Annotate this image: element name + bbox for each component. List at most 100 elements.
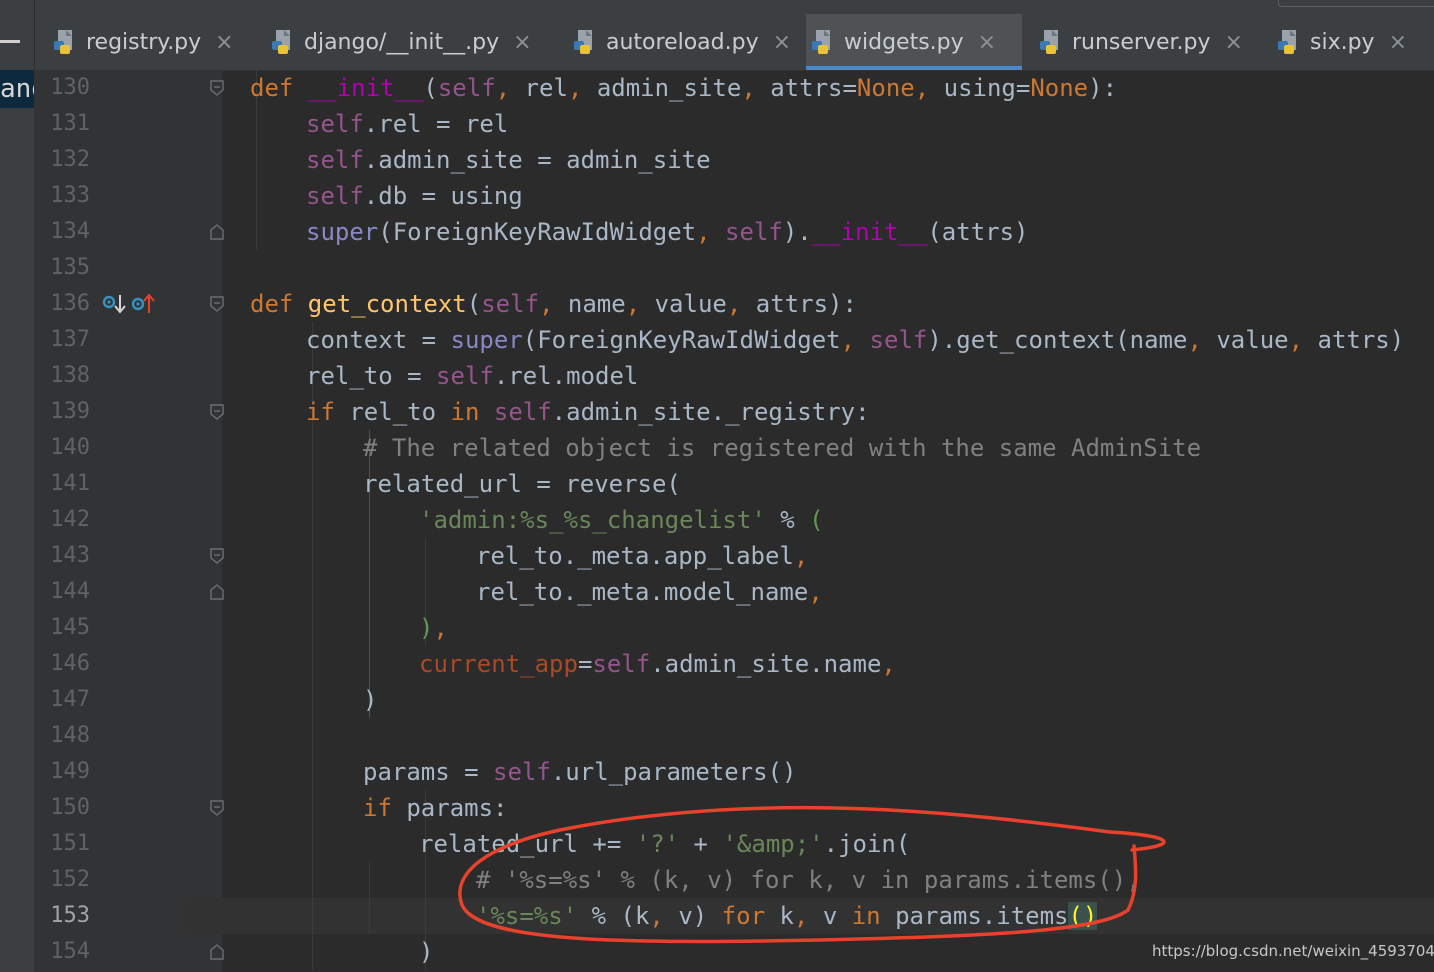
code-token: self — [306, 110, 364, 138]
code-token: admin_site — [596, 74, 742, 102]
code-token: , — [625, 290, 655, 318]
project-panel-label[interactable]: ang — [0, 70, 34, 108]
code-token: self — [436, 362, 494, 390]
python-file-icon — [52, 29, 78, 55]
code-token: def — [250, 74, 308, 102]
tab-widgets-py[interactable]: widgets.py × — [806, 14, 1022, 70]
line-number: 145 — [50, 615, 90, 640]
line-number: 133 — [50, 183, 90, 208]
code-token: .admin_site = admin_site — [363, 146, 711, 174]
close-icon[interactable]: × — [513, 30, 531, 55]
tab-six-py[interactable]: six.py × — [1272, 14, 1434, 70]
code-token: super — [450, 326, 523, 354]
code-token: , — [696, 218, 726, 246]
minimize-icon[interactable] — [0, 40, 20, 43]
code-token: ) — [363, 686, 378, 714]
code-line[interactable]: ), — [419, 610, 448, 646]
line-number: 130 — [50, 75, 90, 100]
code-token: ( — [423, 74, 438, 102]
close-icon[interactable]: × — [978, 30, 996, 55]
close-icon[interactable]: × — [1225, 30, 1243, 55]
code-line[interactable]: def __init__(self, rel, admin_site, attr… — [250, 70, 1117, 106]
tab-registry-py[interactable]: registry.py × — [48, 14, 248, 70]
tab-runserver-py[interactable]: runserver.py × — [1034, 14, 1262, 70]
tab-autoreload-py[interactable]: autoreload.py × — [568, 14, 791, 70]
code-token: , — [793, 902, 823, 930]
code-editor[interactable]: def __init__(self, rel, admin_site, attr… — [185, 70, 1434, 972]
editor-gutter: 130 131 132 133 134 135 136 137 138 139 140 141 142 1… — [34, 70, 224, 972]
code-token: ( — [809, 506, 824, 534]
code-token: '&amp;' — [722, 830, 824, 858]
code-line[interactable]: if rel_to in self.admin_site._registry: — [306, 394, 870, 430]
code-token: if — [363, 794, 407, 822]
tab-django-init-py[interactable]: django/__init__.py × — [266, 14, 556, 70]
code-token: , — [726, 290, 756, 318]
code-token: , — [881, 650, 896, 678]
tool-window-strip — [0, 0, 35, 70]
code-line[interactable]: ) — [419, 934, 433, 970]
code-token: context = — [306, 326, 451, 354]
line-number: 148 — [50, 723, 90, 748]
code-token: params = — [363, 758, 494, 786]
code-token: in — [450, 398, 494, 426]
line-number: 144 — [50, 579, 90, 604]
tab-label: django/__init__.py — [304, 29, 500, 55]
code-token: , — [495, 74, 525, 102]
code-line[interactable]: 'admin:%s_%s_changelist' % ( — [419, 502, 824, 538]
line-number: 131 — [50, 111, 90, 136]
code-token: __init__ — [307, 74, 424, 102]
code-line[interactable]: related_url = reverse( — [363, 466, 681, 502]
code-token: for — [721, 902, 780, 930]
code-token: # The related object is registered with … — [363, 434, 1202, 462]
code-token: self — [592, 650, 651, 678]
code-token: params.items — [895, 902, 1069, 930]
code-line[interactable]: context = super(ForeignKeyRawIdWidget, s… — [306, 322, 1404, 358]
close-icon[interactable]: × — [215, 30, 233, 55]
code-token: rel_to._meta.app_label — [476, 542, 794, 570]
code-token: in — [851, 902, 896, 930]
code-token: ) — [419, 938, 434, 966]
code-token: using= — [943, 74, 1031, 102]
editor-tab-bar: registry.py × django/__init__.py × autoreloa… — [0, 0, 1434, 71]
code-token: (attrs) — [927, 218, 1029, 246]
code-token: (ForeignKeyRawIdWidget — [378, 218, 697, 246]
code-token: # '%s=%s' % (k, v) for k, v in params.it… — [476, 866, 1141, 894]
code-line[interactable]: self.admin_site = admin_site — [306, 142, 711, 178]
code-token: .db = using — [363, 182, 523, 210]
code-token: ) — [419, 614, 434, 642]
close-icon[interactable]: × — [1389, 30, 1407, 55]
code-line[interactable]: def get_context(self, name, value, attrs… — [250, 286, 857, 322]
code-line[interactable]: super(ForeignKeyRawIdWidget, self).__ini… — [306, 214, 1029, 250]
code-token: + — [679, 830, 723, 858]
code-line[interactable]: current_app=self.admin_site.name, — [419, 646, 896, 682]
code-token: , — [1187, 326, 1217, 354]
code-line[interactable]: rel_to._meta.model_name, — [476, 574, 823, 610]
code-line[interactable]: self.db = using — [306, 178, 523, 214]
code-token: self — [869, 326, 928, 354]
python-file-icon — [1038, 29, 1064, 55]
line-number: 152 — [50, 867, 90, 892]
override-up-icon[interactable] — [131, 292, 155, 321]
code-line[interactable]: self.rel = rel — [306, 106, 508, 142]
code-token: v) — [678, 902, 722, 930]
override-down-icon[interactable] — [102, 292, 126, 321]
code-line[interactable]: # The related object is registered with … — [363, 430, 1201, 466]
code-line[interactable]: '%s=%s' % (k, v) for k, v in params.item… — [476, 898, 1098, 934]
code-token: () — [1068, 902, 1098, 930]
code-line[interactable]: params = self.url_parameters() — [363, 754, 796, 790]
code-line[interactable]: rel_to._meta.app_label, — [476, 538, 808, 574]
code-token: ): — [1088, 74, 1118, 102]
line-number: 150 — [50, 795, 90, 820]
close-icon[interactable]: × — [773, 30, 791, 55]
code-token: self — [725, 218, 783, 246]
code-line[interactable]: ) — [363, 682, 377, 718]
code-line[interactable]: if params: — [363, 790, 508, 826]
code-line[interactable]: rel_to = self.rel.model — [306, 358, 638, 394]
line-number: 147 — [50, 687, 90, 712]
code-token: , — [840, 326, 870, 354]
code-line[interactable]: # '%s=%s' % (k, v) for k, v in params.it… — [476, 862, 1141, 898]
code-token: attrs): — [755, 290, 857, 318]
code-token: % — [765, 506, 810, 534]
line-number: 151 — [50, 831, 90, 856]
code-line[interactable]: related_url += '?' + '&amp;'.join( — [419, 826, 910, 862]
